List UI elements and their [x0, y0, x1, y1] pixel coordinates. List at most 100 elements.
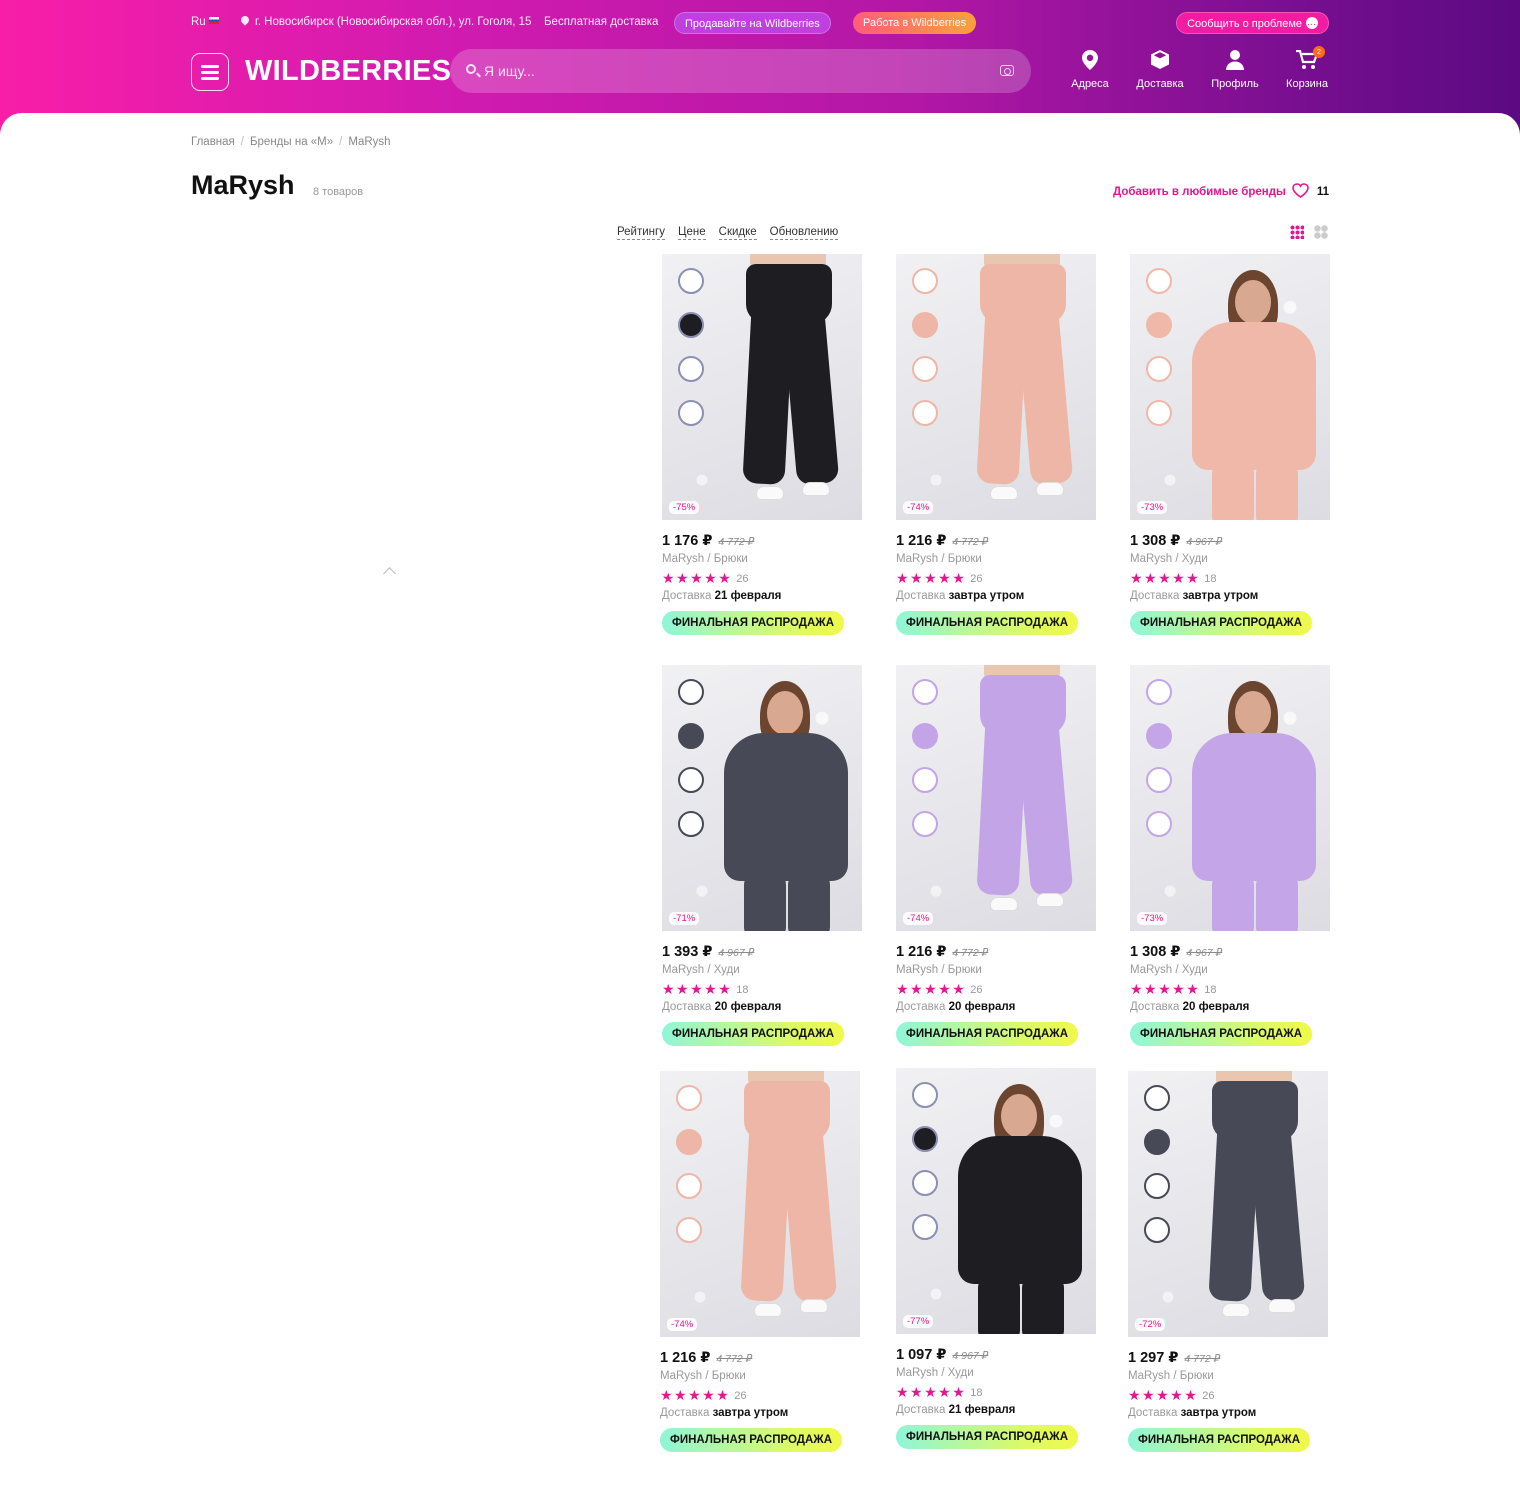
product-image[interactable]: -74% [896, 254, 1096, 520]
fabric-swatch-icon [1146, 312, 1172, 338]
rating-count: 18 [1204, 573, 1217, 585]
sell-on-wildberries-button[interactable]: Продавайте на Wildberries [674, 12, 831, 34]
breadcrumb-brands[interactable]: Бренды на «М» [250, 136, 333, 148]
delivery-date: завтра утром [1182, 590, 1259, 602]
product-image[interactable]: -71% [662, 665, 862, 931]
breadcrumb-home[interactable]: Главная [191, 136, 235, 148]
product-card[interactable]: -71% 1 393 ₽4 967 ₽ MaRysh / Худи ★★★★★ 1… [662, 665, 862, 1046]
sort-by-update[interactable]: Обновлению [769, 226, 839, 240]
product-image[interactable]: -75% [662, 254, 862, 520]
report-problem-label: Сообщить о проблеме [1187, 18, 1302, 30]
price: 1 216 ₽ [896, 533, 947, 549]
delivery-label: Доставка [662, 590, 712, 602]
sort-by-price[interactable]: Цене [677, 226, 706, 240]
model-figure [1178, 254, 1328, 520]
nav-delivery-label: Доставка [1136, 78, 1184, 90]
model-figure [720, 1071, 850, 1337]
product-card[interactable]: -73% 1 308 ₽4 967 ₽ MaRysh / Худи ★★★★★ 1… [1130, 665, 1330, 1046]
nav-delivery[interactable]: Доставка [1134, 50, 1186, 90]
product-card[interactable]: -74% 1 216 ₽ 4 772 ₽ MaRysh / Брюки ★★★★★… [896, 665, 1096, 1046]
location-link[interactable]: г. Новосибирск (Новосибирская обл.), ул.… [241, 16, 531, 28]
product-card[interactable]: -77% 1 097 ₽4 967 ₽ MaRysh / Худи ★★★★★ 1… [896, 1068, 1096, 1449]
language-label: Ru [191, 16, 206, 28]
brand-name[interactable]: MaRysh / Брюки [896, 553, 1096, 565]
turkish-fabric-icon [678, 268, 704, 294]
old-price: 4 967 ₽ [1186, 947, 1223, 959]
delivery-info: Доставка 20 февраля [896, 1001, 1096, 1013]
rating: ★★★★★ 26 [1128, 1387, 1328, 1403]
sort-by-rating[interactable]: Рейтингу [617, 226, 665, 240]
brand-name[interactable]: MaRysh / Худи [896, 1367, 1096, 1379]
cotton-icon [912, 1170, 938, 1196]
brand-name[interactable]: MaRysh / Брюки [662, 553, 862, 565]
cotton-icon [1144, 1173, 1170, 1199]
language-switch[interactable]: Ru [191, 16, 219, 28]
grid-small-icon[interactable] [1290, 225, 1304, 239]
product-image[interactable]: -72% [1128, 1071, 1328, 1337]
feature-icons [672, 1085, 706, 1261]
location-pin-icon [241, 16, 249, 26]
delivery-label: Доставка [896, 1404, 946, 1416]
product-image[interactable]: -73% [1130, 254, 1330, 520]
price: 1 393 ₽ [662, 944, 713, 960]
star-icons: ★★★★★ [896, 981, 967, 997]
product-card[interactable]: -74% 1 216 ₽ 4 772 ₽ MaRysh / Брюки ★★★★★… [660, 1071, 860, 1452]
final-sale-badge: ФИНАЛЬНАЯ РАСПРОДАЖА [660, 1428, 842, 1452]
logo[interactable]: WILDBERRIES [245, 55, 451, 88]
product-image[interactable]: -77% [896, 1068, 1096, 1334]
easy-care-icon [1146, 400, 1172, 426]
menu-button[interactable] [191, 53, 229, 91]
feature-icons [908, 268, 942, 444]
turkish-fabric-icon [912, 679, 938, 705]
model-figure [1188, 1071, 1318, 1337]
turkish-fabric-icon [678, 679, 704, 705]
sort-by-discount[interactable]: Скидке [718, 226, 757, 240]
nav-cart[interactable]: 2 Корзина [1283, 46, 1331, 90]
brand-name[interactable]: MaRysh / Худи [1130, 964, 1330, 976]
product-image[interactable]: -74% [896, 665, 1096, 931]
add-to-favorite-brands-button[interactable]: Добавить в любимые бренды 11 [1113, 183, 1329, 201]
search-icon [466, 64, 476, 74]
nav-addresses[interactable]: Адреса [1068, 50, 1112, 90]
report-problem-button[interactable]: Сообщить о проблеме [1176, 12, 1329, 35]
work-at-wildberries-button[interactable]: Работа в Wildberries [853, 12, 977, 34]
final-sale-badge: ФИНАЛЬНАЯ РАСПРОДАЖА [1130, 611, 1312, 635]
product-image[interactable]: -73% [1130, 665, 1330, 931]
price: 1 097 ₽ [896, 1347, 947, 1363]
price-row: 1 097 ₽ 4 967 ₽ [896, 1346, 1096, 1366]
product-card[interactable]: -73% 1 308 ₽4 967 ₽ MaRysh / Худи ★★★★★ 1… [1130, 254, 1330, 635]
old-price: 4 967 ₽ [1186, 536, 1223, 548]
camera-search-icon[interactable] [1000, 65, 1014, 76]
delivery-label: Доставка [662, 1001, 712, 1013]
product-card[interactable]: -74% 1 216 ₽ 4 772 ₽ MaRysh / Брюки ★★★★★… [896, 254, 1096, 635]
delivery-info: Доставка 21 февраля [662, 590, 862, 602]
brand-name[interactable]: MaRysh / Брюки [896, 964, 1096, 976]
turkish-fabric-icon [912, 268, 938, 294]
product-card[interactable]: -75% 1 176 ₽ 4 772 ₽ MaRysh / Брюки ★★★★★… [662, 254, 862, 635]
product-image[interactable]: -74% [660, 1071, 860, 1337]
favorite-brands-label: Добавить в любимые бренды [1113, 186, 1286, 198]
free-delivery-link[interactable]: Бесплатная доставка [544, 16, 658, 28]
cotton-icon [912, 356, 938, 382]
brand-name[interactable]: MaRysh / Худи [662, 964, 862, 976]
price-row: 1 308 ₽ 4 967 ₽ [1130, 943, 1330, 963]
final-sale-badge: ФИНАЛЬНАЯ РАСПРОДАЖА [662, 1022, 844, 1046]
discount-badge: -74% [903, 912, 934, 925]
product-card[interactable]: -72% 1 297 ₽ 4 772 ₽ MaRysh / Брюки ★★★★★… [1128, 1071, 1328, 1452]
scroll-up-icon[interactable] [383, 567, 396, 580]
star-icons: ★★★★★ [660, 1387, 731, 1403]
search-input[interactable] [484, 49, 984, 93]
brand-name[interactable]: MaRysh / Брюки [660, 1370, 860, 1382]
grid-large-icon[interactable] [1314, 225, 1328, 239]
cotton-icon [678, 767, 704, 793]
feature-icons [1140, 1085, 1174, 1261]
brand-name[interactable]: MaRysh / Худи [1130, 553, 1330, 565]
easy-care-icon [1146, 811, 1172, 837]
final-sale-badge: ФИНАЛЬНАЯ РАСПРОДАЖА [1130, 1022, 1312, 1046]
price: 1 308 ₽ [1130, 944, 1181, 960]
nav-profile-label: Профиль [1211, 78, 1259, 90]
nav-profile[interactable]: Профиль [1208, 50, 1262, 90]
discount-badge: -73% [1137, 912, 1168, 925]
brand-name[interactable]: MaRysh / Брюки [1128, 1370, 1328, 1382]
turkish-fabric-icon [1146, 679, 1172, 705]
